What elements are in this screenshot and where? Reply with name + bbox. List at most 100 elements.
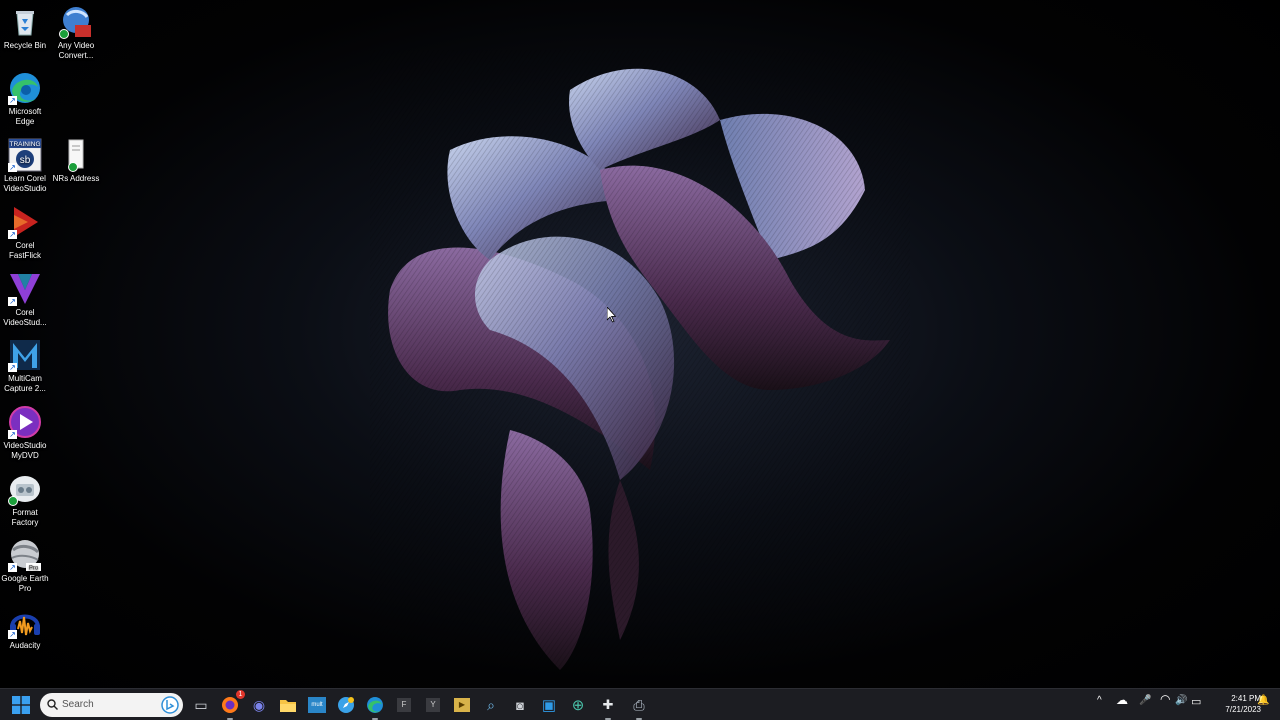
mydvd-icon: ↗	[8, 405, 42, 439]
taskbar-app-y[interactable]: Y	[421, 693, 445, 717]
clock-date: 7/21/2023	[1225, 705, 1261, 714]
taskbar-printer-app[interactable]: ⎙	[627, 693, 651, 720]
recycle-bin-icon	[8, 5, 42, 39]
taskbar-multi-app[interactable]: mult	[305, 693, 329, 717]
videostudio-icon: ↗	[8, 272, 42, 306]
teams-icon: ◉	[252, 696, 266, 713]
start-button[interactable]	[9, 693, 33, 717]
microphone-icon[interactable]: 🎤	[1139, 695, 1151, 706]
desktop-icon-microsoft-edge[interactable]: ↗ Microsoft Edge	[0, 71, 50, 127]
taskbar-camera-app[interactable]: ◙	[508, 693, 532, 717]
audacity-icon: ↗	[8, 605, 42, 639]
desktop-icon-recycle-bin[interactable]: Recycle Bin	[0, 5, 50, 51]
printer-icon: ⎙	[633, 696, 645, 713]
remote-icon: ⌕	[487, 696, 495, 713]
document-icon	[59, 138, 93, 172]
shortcut-arrow-icon: ↗	[8, 297, 17, 306]
camera-icon: ◙	[516, 697, 524, 713]
desktop-icon-label: MultiCam Capture 2...	[4, 374, 46, 393]
desktop-icon-corel-videostudio[interactable]: ↗ Corel VideoStud...	[0, 272, 50, 328]
training-logo-text: sb	[20, 155, 31, 166]
desktop-icon-label: Any Video Convert...	[57, 41, 95, 60]
desktop-icon-label: Recycle Bin	[3, 41, 47, 50]
desktop-icon-nrs-address[interactable]: NRs Address	[51, 138, 101, 184]
mouse-cursor-icon	[607, 307, 617, 323]
shortcut-arrow-icon: ↗	[8, 430, 17, 439]
desktop-icon-any-video-converter[interactable]: Any Video Convert...	[51, 5, 101, 61]
pro-badge-text: Pro	[29, 566, 39, 572]
multicam-icon: ↗	[8, 338, 42, 372]
shortcut-arrow-icon: ↗	[8, 96, 17, 105]
taskbar-media-app[interactable]: ▶	[450, 693, 474, 717]
taskbar-app-f[interactable]: F	[392, 693, 416, 717]
desktop-icon-label: NRs Address	[52, 174, 100, 183]
desktop-icon-label: VideoStudio MyDVD	[3, 441, 47, 460]
shortcut-arrow-icon: ↗	[8, 563, 17, 572]
sync-check-icon	[8, 496, 18, 506]
shortcut-arrow-icon: ↗	[8, 230, 17, 239]
edge-icon: ↗	[8, 71, 42, 105]
sync-check-icon	[59, 29, 69, 39]
desktop-icon-google-earth-pro[interactable]: Pro ↗ Google Earth Pro	[0, 538, 50, 594]
firefox-icon	[222, 697, 238, 713]
app-f-icon: F	[397, 698, 411, 712]
taskbar: Search ▭ 1 ◉ mult F Y ▶ ⌕ ◙ ▣ ⊕ ✚ ⎙ ^ ☁ …	[0, 688, 1280, 720]
training-text: TRAINING	[9, 141, 40, 148]
desktop-icon-label: Corel VideoStud...	[3, 308, 47, 327]
globe-icon: ⊕	[571, 697, 585, 714]
any-video-converter-icon	[59, 5, 93, 39]
bing-icon[interactable]	[161, 696, 179, 714]
taskbar-task-view[interactable]: ▭	[189, 693, 213, 717]
clock-time: 2:41 PM	[1231, 694, 1261, 703]
desktop-icon-label: Format Factory	[11, 508, 39, 527]
taskbar-teams[interactable]: ◉	[247, 693, 271, 717]
taskbar-remote-app[interactable]: ⌕	[479, 693, 503, 717]
shortcut-arrow-icon: ↗	[8, 630, 17, 639]
desktop-icon-label: Learn Corel VideoStudio	[3, 174, 47, 193]
taskbar-globe-app[interactable]: ⊕	[566, 693, 590, 717]
notification-badge: 1	[236, 690, 245, 699]
app-y-icon: Y	[426, 698, 440, 712]
search-icon	[47, 699, 58, 710]
desktop-icon-format-factory[interactable]: Format Factory	[0, 472, 50, 528]
fastflick-icon: ↗	[8, 205, 42, 239]
taskbar-file-explorer[interactable]	[276, 693, 300, 717]
clock[interactable]: 2:41 PM 7/21/2023	[1205, 693, 1261, 715]
desktop-icon-multicam-capture[interactable]: ↗ MultiCam Capture 2...	[0, 338, 50, 394]
multi-icon: mult	[308, 697, 326, 713]
shortcut-arrow-icon: ↗	[8, 163, 17, 172]
volume-icon[interactable]: 🔊	[1175, 695, 1187, 706]
media-icon: ▶	[454, 698, 470, 712]
desktop-icon-label: Microsoft Edge	[8, 107, 42, 126]
shortcut-arrow-icon: ↗	[8, 363, 17, 372]
wifi-icon[interactable]: ◠	[1160, 692, 1170, 706]
desktop[interactable]: Recycle Bin ↗ Microsoft Edge TRAINING sb…	[0, 0, 1280, 688]
taskbar-firefox[interactable]: 1	[218, 690, 245, 720]
format-factory-icon: ✚	[602, 697, 614, 712]
desktop-icon-audacity[interactable]: ↗ Audacity	[0, 605, 50, 651]
desktop-icon-videostudio-mydvd[interactable]: ↗ VideoStudio MyDVD	[0, 405, 50, 461]
search-box[interactable]: Search	[40, 693, 183, 717]
taskbar-store-app[interactable]: ▣	[537, 693, 561, 717]
google-earth-icon: Pro ↗	[8, 538, 42, 572]
task-view-icon: ▭	[194, 696, 208, 713]
sync-check-icon	[68, 162, 78, 172]
notification-center-icon[interactable]: 🔔	[1257, 695, 1269, 706]
desktop-icon-corel-fastflick[interactable]: ↗ Corel FastFlick	[0, 205, 50, 261]
battery-icon[interactable]: ▭	[1191, 695, 1201, 708]
desktop-icon-label: Google Earth Pro	[1, 574, 49, 593]
folder-icon	[280, 700, 296, 712]
windows-logo-icon	[12, 696, 30, 714]
desktop-icon-label: Audacity	[9, 641, 41, 650]
wallpaper-flower-image	[370, 50, 910, 680]
store-icon: ▣	[541, 697, 557, 714]
onedrive-icon[interactable]: ☁	[1116, 693, 1128, 707]
corel-training-icon: TRAINING sb ↗	[8, 138, 42, 172]
taskbar-edge[interactable]	[363, 693, 387, 720]
desktop-icon-learn-corel-videostudio[interactable]: TRAINING sb ↗ Learn Corel VideoStudio	[0, 138, 50, 194]
taskbar-compass-app[interactable]	[334, 693, 358, 717]
search-placeholder: Search	[62, 699, 94, 710]
taskbar-format-factory[interactable]: ✚	[596, 693, 620, 720]
compass-icon	[338, 697, 354, 713]
show-hidden-icons-button[interactable]: ^	[1097, 695, 1102, 706]
